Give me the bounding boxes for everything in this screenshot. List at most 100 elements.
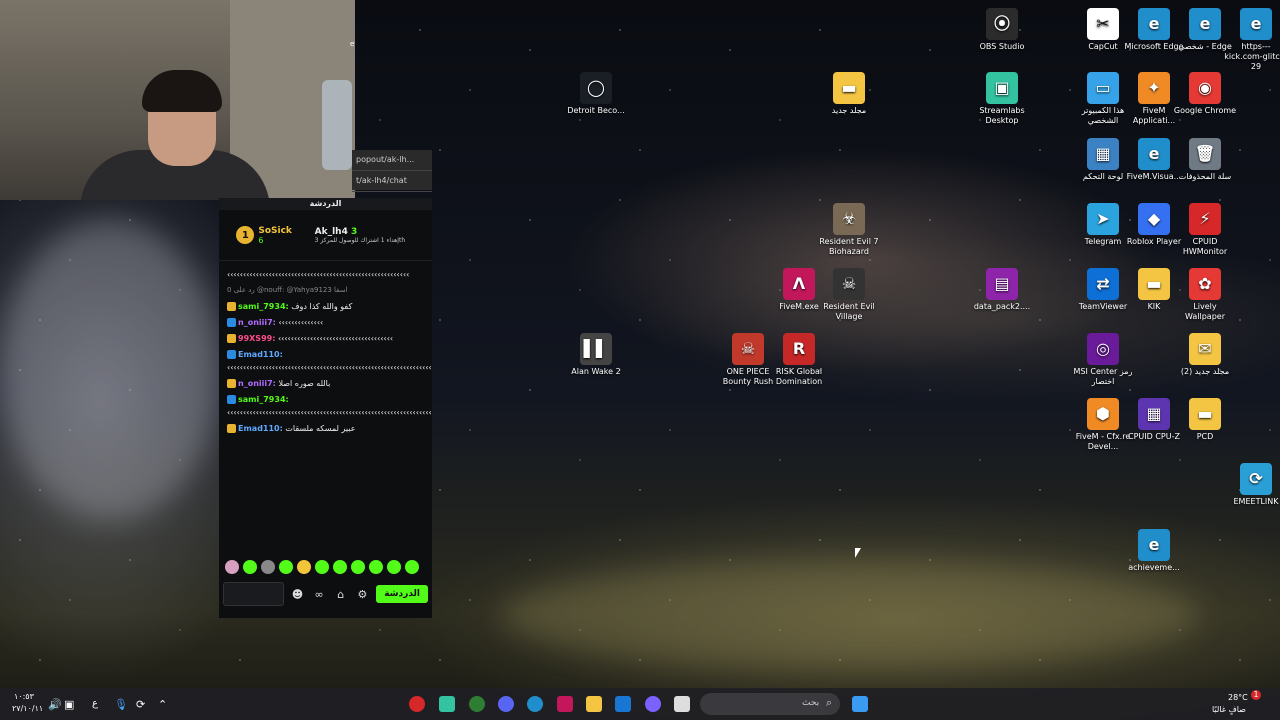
chat-username[interactable]: Emad110: [238, 424, 283, 433]
windows-start-icon[interactable] [852, 696, 868, 712]
chat-message[interactable]: sami_7934: ‹‹‹‹‹‹‹‹‹‹‹‹‹‹‹‹‹‹‹‹‹‹‹‹‹‹‹‹‹… [227, 393, 432, 419]
emote-icon[interactable] [369, 560, 383, 574]
emote-icon[interactable] [225, 560, 239, 574]
desktop-icon-cpuidhw[interactable]: ⚡ CPUID HWMonitor [1173, 203, 1237, 257]
chat-message[interactable]: 99XS99: ‹‹‹‹‹‹‹‹‹‹‹‹‹‹‹‹‹‹‹‹‹‹‹‹‹‹‹‹‹‹‹‹… [227, 332, 424, 345]
chat-input[interactable] [223, 582, 284, 606]
taskbar: ١٠:٥٣ ٢٧/١٠/١١ 🔊 ▣ ع 🎙 ⟳ ⌃ 28°C صافٍ غال… [0, 688, 1280, 720]
chat-username[interactable]: 99XS99: [238, 334, 275, 343]
desktop-icon-kick[interactable]: ehttps---kick.com-glitch-29 [1224, 8, 1280, 72]
chat-text: بالله صوره اصلا [278, 379, 331, 388]
taskbar-xbox-icon[interactable] [469, 696, 485, 712]
taskbar-obs-icon[interactable] [409, 696, 425, 712]
chat-message[interactable]: ‹‹‹‹‹‹‹‹‹‹‹‹‹‹‹‹‹‹‹‹‹‹‹‹‹‹‹‹‹‹‹‹‹‹‹‹‹‹‹‹… [227, 268, 424, 281]
chat-message[interactable]: n_oniii7: ‹‹‹‹‹‹‹‹‹‹‹‹‹‹ [227, 316, 424, 329]
kick-chat-panel: الدردشة 1 SoSick 6 Ak_lh4 3 إهداء 1 اشتر… [219, 198, 432, 618]
emote-icon[interactable] [261, 560, 275, 574]
taskbar-store-icon[interactable] [615, 696, 631, 712]
chat-message[interactable]: Emad110: عبير لمسكه ملسقات [227, 422, 424, 435]
leader-2[interactable]: Ak_lh4 3 إهداء 1 اشتراك للوصول للمركز 3t… [315, 227, 415, 244]
desktop-icon-streamlabs[interactable]: ▣ Streamlabs Desktop [970, 72, 1034, 126]
taskbar-streamlabs-icon[interactable] [439, 696, 455, 712]
teamviewer-icon: ⇄ [1087, 268, 1119, 300]
desktop-icon-alanwake[interactable]: ▌▌ Alan Wake 2 [564, 333, 628, 377]
obs-icon: ⦿ [986, 8, 1018, 40]
desktop-icon-obs[interactable]: ⦿ OBS Studio [970, 8, 1034, 52]
desktop-icon-datapack[interactable]: ▤ data_pack2.... [970, 268, 1034, 312]
desktop-icon-folder1[interactable]: ▬ مجلد جديد [817, 72, 881, 116]
desktop-icon-msicenter[interactable]: ◎ MSI Center رمز اختصار [1071, 333, 1135, 387]
popout-window-url[interactable]: popout/ak-lh... t/ak-lh4/chat [352, 150, 432, 192]
speaker-icon[interactable]: 🔊 [48, 698, 62, 711]
chat-username[interactable]: sami_7934: [238, 395, 289, 404]
emote-icon[interactable] [279, 560, 293, 574]
thispc-icon: ▭ [1087, 72, 1119, 104]
notification-badge[interactable]: 1 [1251, 690, 1261, 700]
store-icon[interactable]: ⌂ [333, 588, 349, 601]
taskbar-copilot-icon[interactable] [645, 696, 661, 712]
emote-icon[interactable] [405, 560, 419, 574]
msicenter-icon: ◎ [1087, 333, 1119, 365]
infinity-icon[interactable]: ∞ [311, 588, 327, 601]
chat-message[interactable]: sami_7934: كفو والله كذا دوف [227, 300, 424, 313]
leader-1-count: 6 [258, 235, 264, 245]
desktop-icon-risk[interactable]: R RISK Global Domination [767, 333, 831, 387]
capcut-icon: ✂ [1087, 8, 1119, 40]
desktop-icon-label: مجلد جديد [831, 106, 867, 115]
desktop-icon-label: EMEETLINK [1233, 497, 1279, 506]
taskbar-discord-icon[interactable] [498, 696, 514, 712]
taskbar-search-box[interactable]: بحث ⌕ [700, 693, 840, 715]
cpuidhw-icon: ⚡ [1189, 203, 1221, 235]
taskbar-explorer-icon[interactable] [586, 696, 602, 712]
emote-icon[interactable] [351, 560, 365, 574]
leader-1[interactable]: 1 SoSick 6 [236, 226, 292, 245]
chat-username[interactable]: n_oniii7: [238, 379, 276, 388]
weather-text[interactable]: صافٍ غالبًا [1212, 705, 1246, 714]
chat-message[interactable]: Emad110: ‹‹‹‹‹‹‹‹‹‹‹‹‹‹‹‹‹‹‹‹‹‹‹‹‹‹‹‹‹‹‹… [227, 348, 432, 374]
weather-temp[interactable]: 28°C [1228, 693, 1248, 702]
desktop-icon-lively[interactable]: ✿ Lively Wallpaper [1173, 268, 1237, 322]
chat-text: ‹‹‹‹‹‹‹‹‹‹‹‹‹‹‹‹‹‹‹‹‹‹‹‹‹‹‹‹‹‹‹‹‹‹‹‹‹‹‹‹… [227, 408, 432, 417]
achieve-icon: e [1138, 529, 1170, 561]
emote-icon[interactable] [297, 560, 311, 574]
microphone-icon[interactable]: 🎙 [114, 698, 128, 711]
clock-time[interactable]: ١٠:٥٣ [14, 692, 34, 701]
leader-2-count: 3 [351, 226, 358, 237]
clock-date[interactable]: ٢٧/١٠/١١ [12, 704, 43, 713]
emote-icon[interactable] [387, 560, 401, 574]
taskbar-app-icon[interactable] [674, 696, 690, 712]
desktop-icon-re7[interactable]: ☣ Resident Evil 7 Biohazard [817, 203, 881, 257]
desktop-icon-label: مجلد جديد (2) [1180, 367, 1230, 376]
sync-icon[interactable]: ⟳ [136, 698, 145, 711]
send-chat-button[interactable]: الدردشة [376, 585, 428, 603]
taskbar-edge-icon[interactable] [527, 696, 543, 712]
desktop-icon-detroit[interactable]: ◯ Detroit Beco... [564, 72, 628, 116]
desktop-icon-emeetlink[interactable]: ⟳ EMEETLINK [1224, 463, 1280, 507]
desktop-icon-label: achieveme... [1128, 563, 1180, 572]
lively-icon: ✿ [1189, 268, 1221, 300]
gear-icon[interactable]: ⚙ [355, 588, 371, 601]
chat-username[interactable]: n_oniii7: [238, 318, 276, 327]
pcd-icon: ▬ [1189, 398, 1221, 430]
desktop-icon-re8[interactable]: ☠ Resident Evil Village [817, 268, 881, 322]
emote-icon[interactable] [243, 560, 257, 574]
desktop-icon-achieve[interactable]: e achieveme... [1122, 529, 1186, 573]
emote-icon[interactable] [315, 560, 329, 574]
network-icon[interactable]: ▣ [64, 698, 74, 711]
chat-username[interactable]: Emad110: [238, 350, 283, 359]
re7-icon: ☣ [833, 203, 865, 235]
desktop-icon-recycle[interactable]: 🗑 سلة المحذوفات [1173, 138, 1237, 182]
desktop-icon-label: Google Chrome [1173, 106, 1237, 115]
language-indicator[interactable]: ع [92, 698, 98, 709]
desktop-icon-pcd[interactable]: ▬ PCD [1173, 398, 1237, 442]
emoji-icon[interactable]: ☻ [290, 588, 306, 601]
taskbar-fivem-icon[interactable] [557, 696, 573, 712]
desktop-icon-chrome[interactable]: ◉ Google Chrome [1173, 72, 1237, 116]
chat-message[interactable]: n_oniii7: بالله صوره اصلا [227, 377, 424, 390]
chat-username[interactable]: sami_7934: [238, 302, 289, 311]
chevron-up-icon[interactable]: ⌃ [158, 698, 167, 711]
desktop-icon-folder2[interactable]: ✉ مجلد جديد (2) [1173, 333, 1237, 377]
edge2-icon: e [1189, 8, 1221, 40]
emote-icon[interactable] [333, 560, 347, 574]
chat-message-list[interactable]: ‹‹‹‹‹‹‹‹‹‹‹‹‹‹‹‹‹‹‹‹‹‹‹‹‹‹‹‹‹‹‹‹‹‹‹‹‹‹‹‹… [219, 261, 432, 549]
